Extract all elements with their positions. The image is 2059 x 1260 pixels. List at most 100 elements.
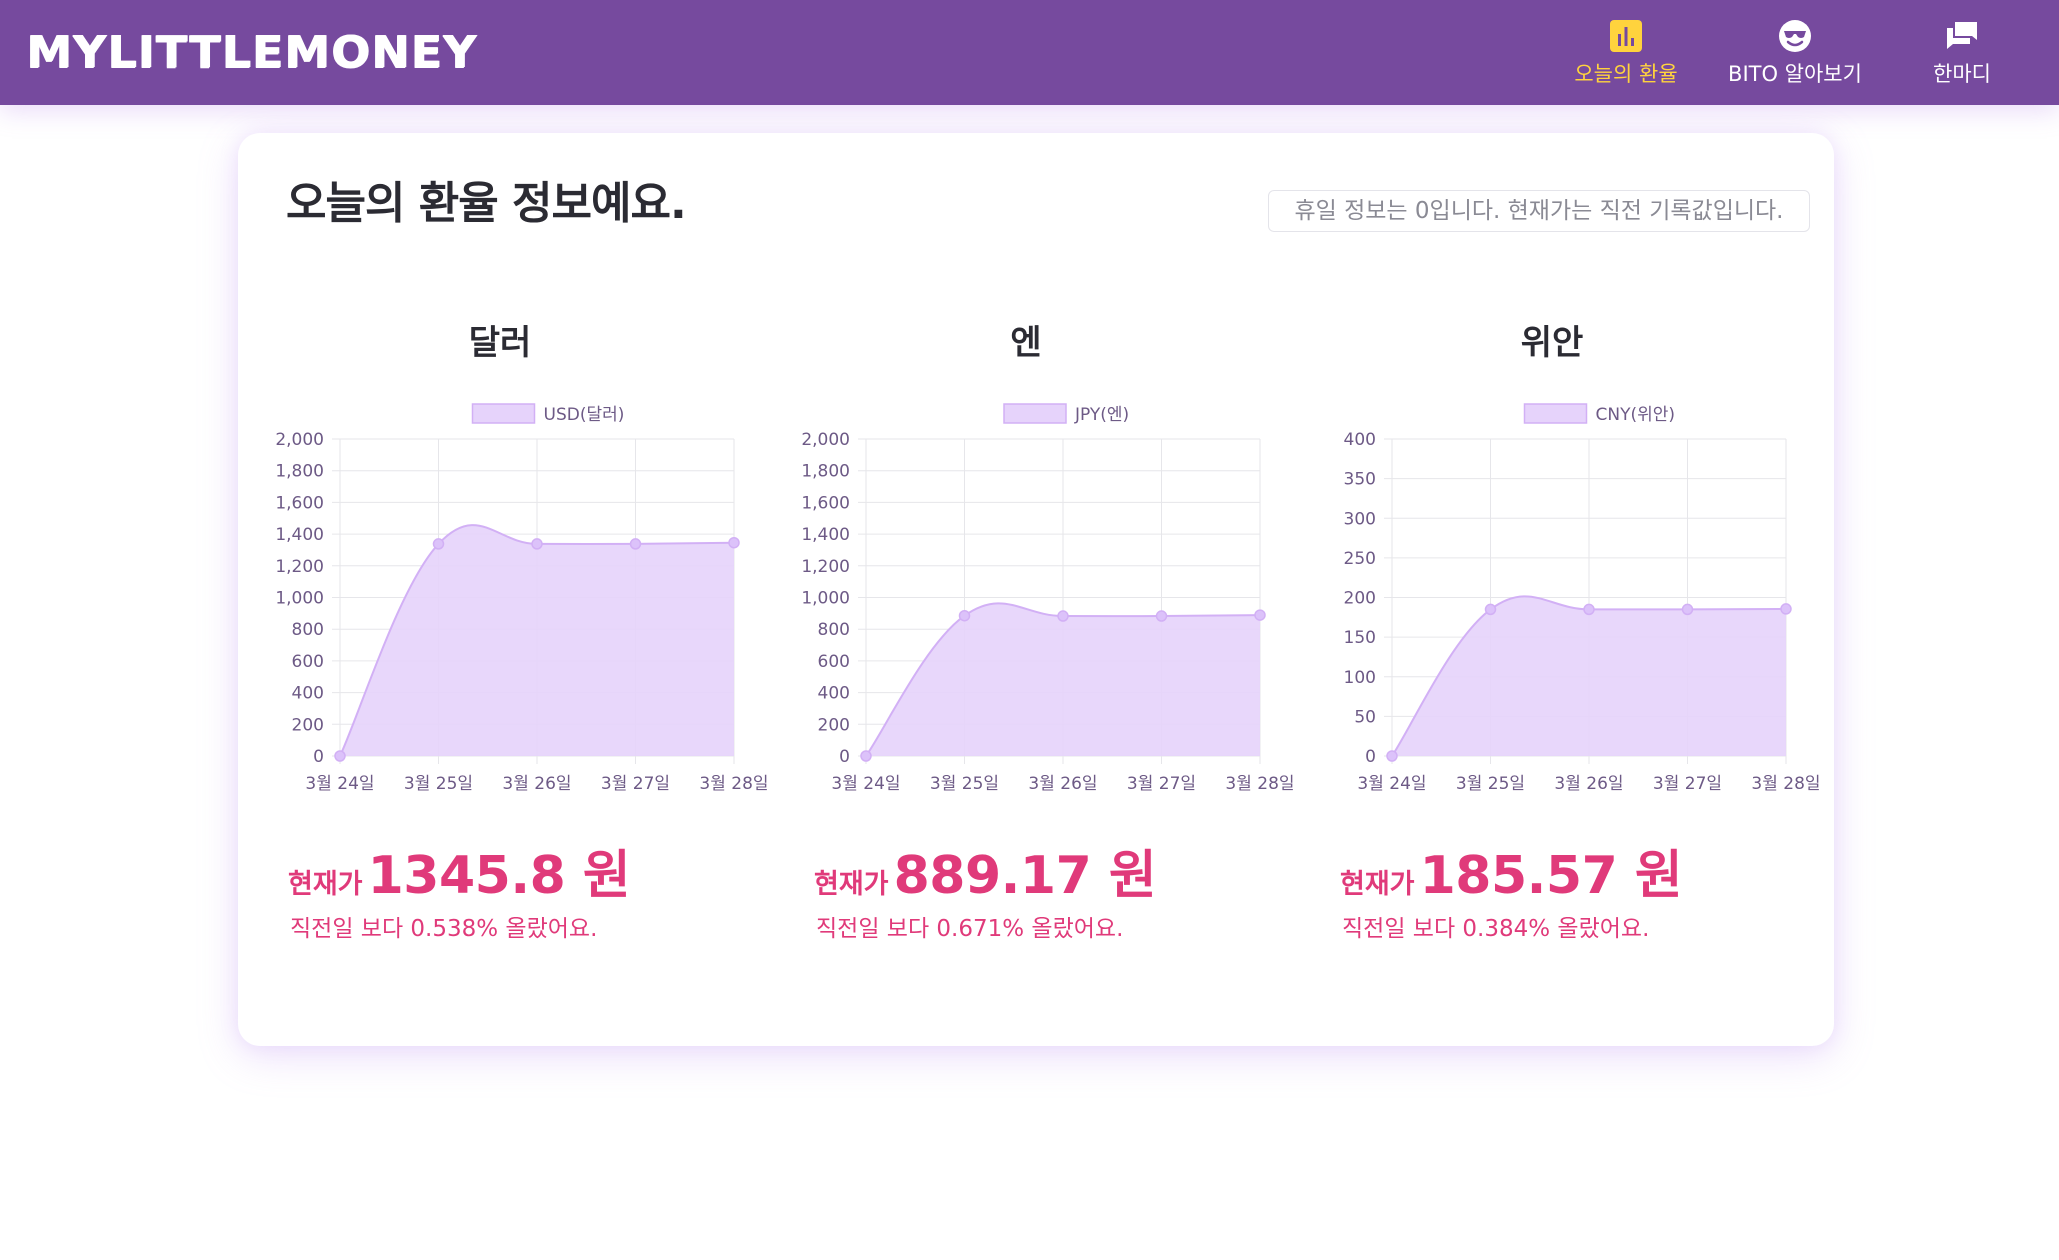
sunglasses-smiley-icon <box>1779 20 1811 52</box>
y-tick-label: 100 <box>1344 668 1376 688</box>
y-tick-label: 800 <box>292 620 324 640</box>
data-point <box>958 609 971 622</box>
current-price: 현재가 889.17 원 <box>814 833 1157 908</box>
x-tick-label: 3월 26일 <box>1554 774 1623 794</box>
y-tick-label: 300 <box>1344 509 1376 529</box>
data-point <box>1155 610 1168 622</box>
y-tick-label: 1,000 <box>801 589 850 609</box>
price-prefix: 현재가 <box>1340 869 1415 900</box>
y-tick-label: 1,200 <box>801 557 850 577</box>
data-point <box>629 538 642 550</box>
y-tick-label: 1,600 <box>275 493 324 513</box>
currency-column-cny: 위안 CNY(위안) 0 50 100 150 200 250 300 350 400 3월 24일… <box>1302 133 1821 942</box>
nav-item-label: BITO 알아보기 <box>1728 62 1862 86</box>
price-value: 889.17 원 <box>893 846 1157 906</box>
cny-chart: CNY(위안) 0 50 100 150 200 250 300 350 400 3월 24일 3월 … <box>1344 403 1821 794</box>
y-tick-label: 600 <box>292 652 324 672</box>
legend-label: JPY(엔) <box>1074 405 1129 425</box>
x-tick-label: 3월 27일 <box>1127 774 1196 794</box>
nav-item-comment[interactable]: 한마디 <box>1910 18 2014 90</box>
x-tick-label: 3월 28일 <box>1751 774 1820 794</box>
series-area <box>866 603 1260 756</box>
y-tick-label: 2,000 <box>275 430 324 450</box>
data-point <box>1386 750 1398 762</box>
series-area <box>1392 596 1786 756</box>
y-tick-label: 150 <box>1344 628 1376 648</box>
y-tick-label: 400 <box>1344 430 1376 450</box>
y-tick-label: 1,800 <box>801 462 850 482</box>
data-point <box>1254 609 1266 621</box>
y-tick-label: 250 <box>1344 549 1376 569</box>
exchange-rate-card: 오늘의 환율 정보예요. 휴일 정보는 0입니다. 현재가는 직전 기록값입니다… <box>238 133 1834 1046</box>
y-tick-label: 1,400 <box>275 525 324 545</box>
y-tick-label: 200 <box>818 715 850 735</box>
x-tick-label: 3월 25일 <box>1456 774 1525 794</box>
nav-item-label: 한마디 <box>1933 62 1991 86</box>
y-tick-label: 2,000 <box>801 430 850 450</box>
data-point <box>1780 603 1792 615</box>
legend-swatch <box>1523 403 1588 424</box>
data-point <box>728 536 740 549</box>
bar-chart-icon <box>1610 20 1642 52</box>
y-tick-label: 0 <box>313 747 324 767</box>
current-price: 현재가 1345.8 원 <box>288 833 631 908</box>
price-value: 185.57 원 <box>1419 846 1683 906</box>
legend-label: CNY(위안) <box>1596 405 1676 425</box>
nav-item-exchange-rate[interactable]: 오늘의 환율 <box>1564 18 1688 90</box>
nav-item-bito[interactable]: BITO 알아보기 <box>1722 18 1868 90</box>
data-point <box>1681 603 1694 616</box>
price-prefix: 현재가 <box>814 869 889 900</box>
y-tick-label: 200 <box>1344 589 1376 609</box>
y-tick-label: 0 <box>839 747 850 767</box>
x-tick-label: 3월 27일 <box>601 774 670 794</box>
price-change-text: 직전일 보다 0.538% 올랐어요. <box>290 916 598 942</box>
y-tick-label: 1,600 <box>801 493 850 513</box>
data-point <box>334 750 346 762</box>
y-tick-label: 1,400 <box>801 525 850 545</box>
data-point <box>1057 610 1069 622</box>
chat-bubbles-icon <box>1947 22 1977 49</box>
data-point <box>432 538 445 550</box>
y-tick-label: 800 <box>818 620 850 640</box>
x-tick-label: 3월 27일 <box>1653 774 1722 794</box>
data-point <box>531 538 543 550</box>
x-tick-label: 3월 25일 <box>930 774 999 794</box>
y-tick-label: 1,800 <box>275 462 324 482</box>
app-logo[interactable]: MYLITTLEMONEY <box>26 27 477 76</box>
price-prefix: 현재가 <box>288 869 363 900</box>
data-point <box>1484 603 1497 616</box>
x-tick-label: 3월 26일 <box>1028 774 1097 794</box>
legend-swatch <box>471 403 536 424</box>
nav-item-label: 오늘의 환율 <box>1574 62 1678 86</box>
legend-label: USD(달러) <box>544 405 625 425</box>
y-tick-label: 350 <box>1344 470 1376 490</box>
x-tick-label: 3월 25일 <box>404 774 473 794</box>
currency-column-jpy: 엔 JPY(엔) 0 200 400 600 800 1,000 1,200 1,400 1,60… <box>776 133 1294 942</box>
data-point <box>860 750 872 762</box>
price-change-text: 직전일 보다 0.384% 올랐어요. <box>1342 916 1650 942</box>
y-tick-label: 0 <box>1365 747 1376 767</box>
data-point <box>1583 603 1595 616</box>
y-tick-label: 1,200 <box>275 557 324 577</box>
y-tick-label: 400 <box>818 684 850 704</box>
y-tick-label: 600 <box>818 652 850 672</box>
x-tick-label: 3월 26일 <box>502 774 571 794</box>
x-tick-label: 3월 28일 <box>1225 774 1294 794</box>
usd-chart: USD(달러) 0 200 400 600 800 1,000 1,200 1,400 1,600… <box>275 403 769 794</box>
x-tick-label: 3월 28일 <box>699 774 768 794</box>
price-change-text: 직전일 보다 0.671% 올랐어요. <box>816 916 1124 942</box>
y-tick-label: 50 <box>1354 707 1376 727</box>
series-area <box>340 525 734 756</box>
price-value: 1345.8 원 <box>367 846 631 906</box>
legend-swatch <box>1003 403 1067 424</box>
top-nav-bar: MYLITTLEMONEY 오늘의 환율 BITO 알아보기 한마디 <box>0 0 2059 105</box>
current-price: 현재가 185.57 원 <box>1340 833 1683 908</box>
y-tick-label: 1,000 <box>275 589 324 609</box>
y-tick-label: 400 <box>292 684 324 704</box>
x-tick-label: 3월 24일 <box>831 774 900 794</box>
x-tick-label: 3월 24일 <box>1357 774 1426 794</box>
currency-column-usd: 달러 USD(달러) 0 200 400 600 800 1,000 1,200 1,400 1,… <box>250 133 768 942</box>
jpy-chart: JPY(엔) 0 200 400 600 800 1,000 1,200 1,400 1,600 1… <box>801 403 1295 794</box>
y-tick-label: 200 <box>292 715 324 735</box>
x-tick-label: 3월 24일 <box>305 774 374 794</box>
